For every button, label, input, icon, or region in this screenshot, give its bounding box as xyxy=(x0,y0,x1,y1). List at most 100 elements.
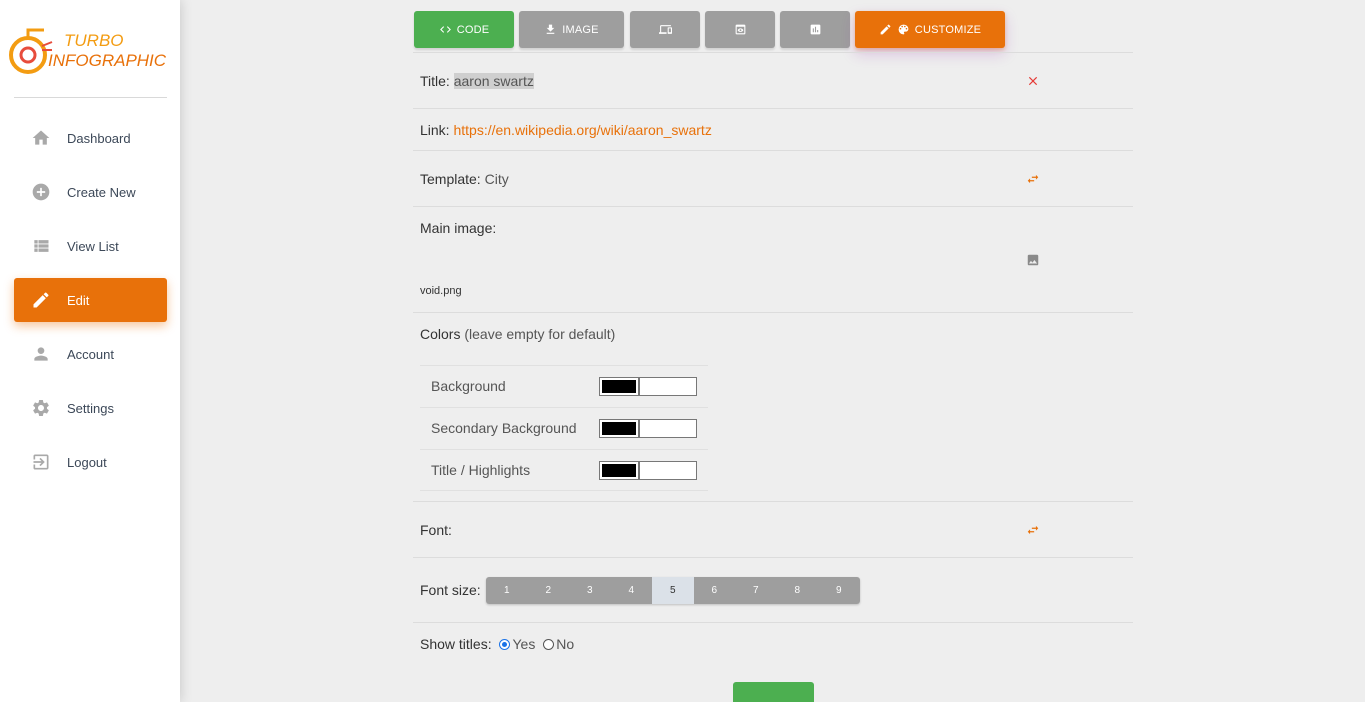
color-row-background: Background xyxy=(420,365,708,407)
sidebar-item-edit[interactable]: Edit xyxy=(14,278,167,322)
font-size-option[interactable]: 7 xyxy=(735,577,777,604)
color-row-secondary-background: Secondary Background xyxy=(420,407,708,449)
font-size-option[interactable]: 1 xyxy=(486,577,528,604)
logout-icon xyxy=(31,452,51,472)
sidebar-item-label: Dashboard xyxy=(67,130,131,146)
template-label: Template: xyxy=(420,171,481,187)
template-row: Template: City xyxy=(413,150,1133,207)
close-icon xyxy=(1028,76,1038,86)
color-picker[interactable] xyxy=(599,461,639,480)
show-titles-no-radio[interactable] xyxy=(543,639,555,650)
title-field[interactable]: Title: aaron swartz xyxy=(420,73,534,89)
main-image-label: Main image xyxy=(420,220,493,236)
change-template-button[interactable] xyxy=(1023,169,1043,189)
font-size-option[interactable]: 2 xyxy=(527,577,569,604)
sidebar-item-label: Edit xyxy=(67,292,90,308)
sidebar-item-logout[interactable]: Logout xyxy=(14,440,167,484)
link-row: Link: https://en.wikipedia.org/wiki/aaro… xyxy=(413,108,1133,151)
font-row: Font: xyxy=(413,501,1133,558)
sidebar-item-dashboard[interactable]: Dashboard xyxy=(14,116,167,160)
code-button[interactable]: CODE xyxy=(414,11,514,48)
swap-icon xyxy=(1027,525,1039,535)
preview-button[interactable] xyxy=(705,11,775,48)
show-titles-yes-label[interactable]: Yes xyxy=(512,636,535,652)
brand-logo[interactable]: TURBO INFOGRAPHIC xyxy=(6,20,167,82)
person-icon xyxy=(31,344,51,364)
customize-button-label: CUSTOMIZE xyxy=(914,23,982,36)
color-text-input[interactable] xyxy=(639,377,697,396)
font-size-option[interactable]: 6 xyxy=(693,577,735,604)
sidebar-item-label: Account xyxy=(67,346,114,362)
add-circle-icon xyxy=(31,182,51,202)
change-image-button[interactable] xyxy=(1023,250,1043,270)
chart-icon xyxy=(810,24,820,35)
sidebar-item-account[interactable]: Account xyxy=(14,332,167,376)
font-label: Font: xyxy=(420,522,452,538)
customize-button[interactable]: CUSTOMIZE xyxy=(855,11,1005,48)
title-row: Title: aaron swartz xyxy=(413,52,1133,109)
template-field: Template: City xyxy=(420,171,509,187)
home-icon xyxy=(31,128,51,148)
color-text-input[interactable] xyxy=(639,461,697,480)
color-text-input[interactable] xyxy=(639,419,697,438)
sidebar-divider xyxy=(14,97,167,98)
turbo-logo-icon: TURBO INFOGRAPHIC xyxy=(9,28,167,74)
font-size-option[interactable]: 3 xyxy=(569,577,611,604)
sidebar-item-label: View List xyxy=(67,238,119,254)
brand-line1: TURBO xyxy=(64,31,124,50)
font-size-option[interactable]: 4 xyxy=(610,577,652,604)
show-titles-label: Show titles: xyxy=(420,636,492,652)
image-button-label: IMAGE xyxy=(562,23,599,36)
swap-icon xyxy=(1027,174,1039,184)
edit-icon xyxy=(31,290,51,310)
color-picker[interactable] xyxy=(599,377,639,396)
stats-button[interactable] xyxy=(780,11,850,48)
sidebar-item-create-new[interactable]: Create New xyxy=(14,170,167,214)
palette-icon xyxy=(898,24,909,35)
change-font-button[interactable] xyxy=(1023,520,1043,540)
show-titles-field: Show titles: Yes No xyxy=(420,636,574,652)
show-titles-no-label[interactable]: No xyxy=(556,636,574,652)
sidebar-item-view-list[interactable]: View List xyxy=(14,224,167,268)
template-value: City xyxy=(484,171,509,187)
show-titles-yes-radio[interactable] xyxy=(499,639,511,650)
preview-icon xyxy=(735,24,745,35)
code-button-label: CODE xyxy=(456,23,490,36)
save-button[interactable] xyxy=(733,682,814,702)
source-link[interactable]: https://en.wikipedia.org/wiki/aaron_swar… xyxy=(453,122,711,138)
font-size-row: Font size: 1 2 3 4 5 6 7 8 9 xyxy=(413,557,1133,623)
font-size-option[interactable]: 8 xyxy=(776,577,818,604)
color-label: Title / Highlights xyxy=(431,462,531,478)
link-field: Link: https://en.wikipedia.org/wiki/aaro… xyxy=(420,122,712,138)
color-label: Secondary Background xyxy=(431,420,577,436)
link-label: Link: xyxy=(420,122,450,138)
sidebar-item-label: Settings xyxy=(67,400,114,416)
colors-hint: (leave empty for default) xyxy=(464,326,616,342)
download-icon xyxy=(546,24,555,34)
font-size-option-selected[interactable]: 5 xyxy=(652,577,694,604)
main-image-filename: void.png xyxy=(420,285,462,297)
title-label: Title: xyxy=(420,73,450,89)
sidebar-item-label: Logout xyxy=(67,454,107,470)
sidebar: TURBO INFOGRAPHIC Dashboard Create New V… xyxy=(0,0,180,702)
clear-title-button[interactable] xyxy=(1023,71,1043,91)
gear-icon xyxy=(31,398,51,418)
font-size-selector: 1 2 3 4 5 6 7 8 9 xyxy=(486,577,860,604)
colors-heading: Colors (leave empty for default) xyxy=(420,326,615,342)
devices-button[interactable] xyxy=(630,11,700,48)
list-icon xyxy=(31,236,51,256)
color-label: Background xyxy=(431,378,506,394)
color-picker[interactable] xyxy=(599,419,639,438)
image-download-button[interactable]: IMAGE xyxy=(519,11,624,48)
sidebar-item-settings[interactable]: Settings xyxy=(14,386,167,430)
colors-row: Colors (leave empty for default) Backgro… xyxy=(413,312,1133,502)
title-value[interactable]: aaron swartz xyxy=(453,73,534,89)
edit-icon xyxy=(880,24,891,35)
sidebar-item-label: Create New xyxy=(67,184,136,200)
main-image-row: Main image: void.png xyxy=(413,206,1133,313)
font-size-label: Font size: xyxy=(420,582,481,598)
colors-table: Background Secondary Background Title / … xyxy=(420,365,708,491)
devices-icon xyxy=(658,25,672,34)
font-size-option[interactable]: 9 xyxy=(818,577,860,604)
colors-label: Colors xyxy=(420,326,461,342)
